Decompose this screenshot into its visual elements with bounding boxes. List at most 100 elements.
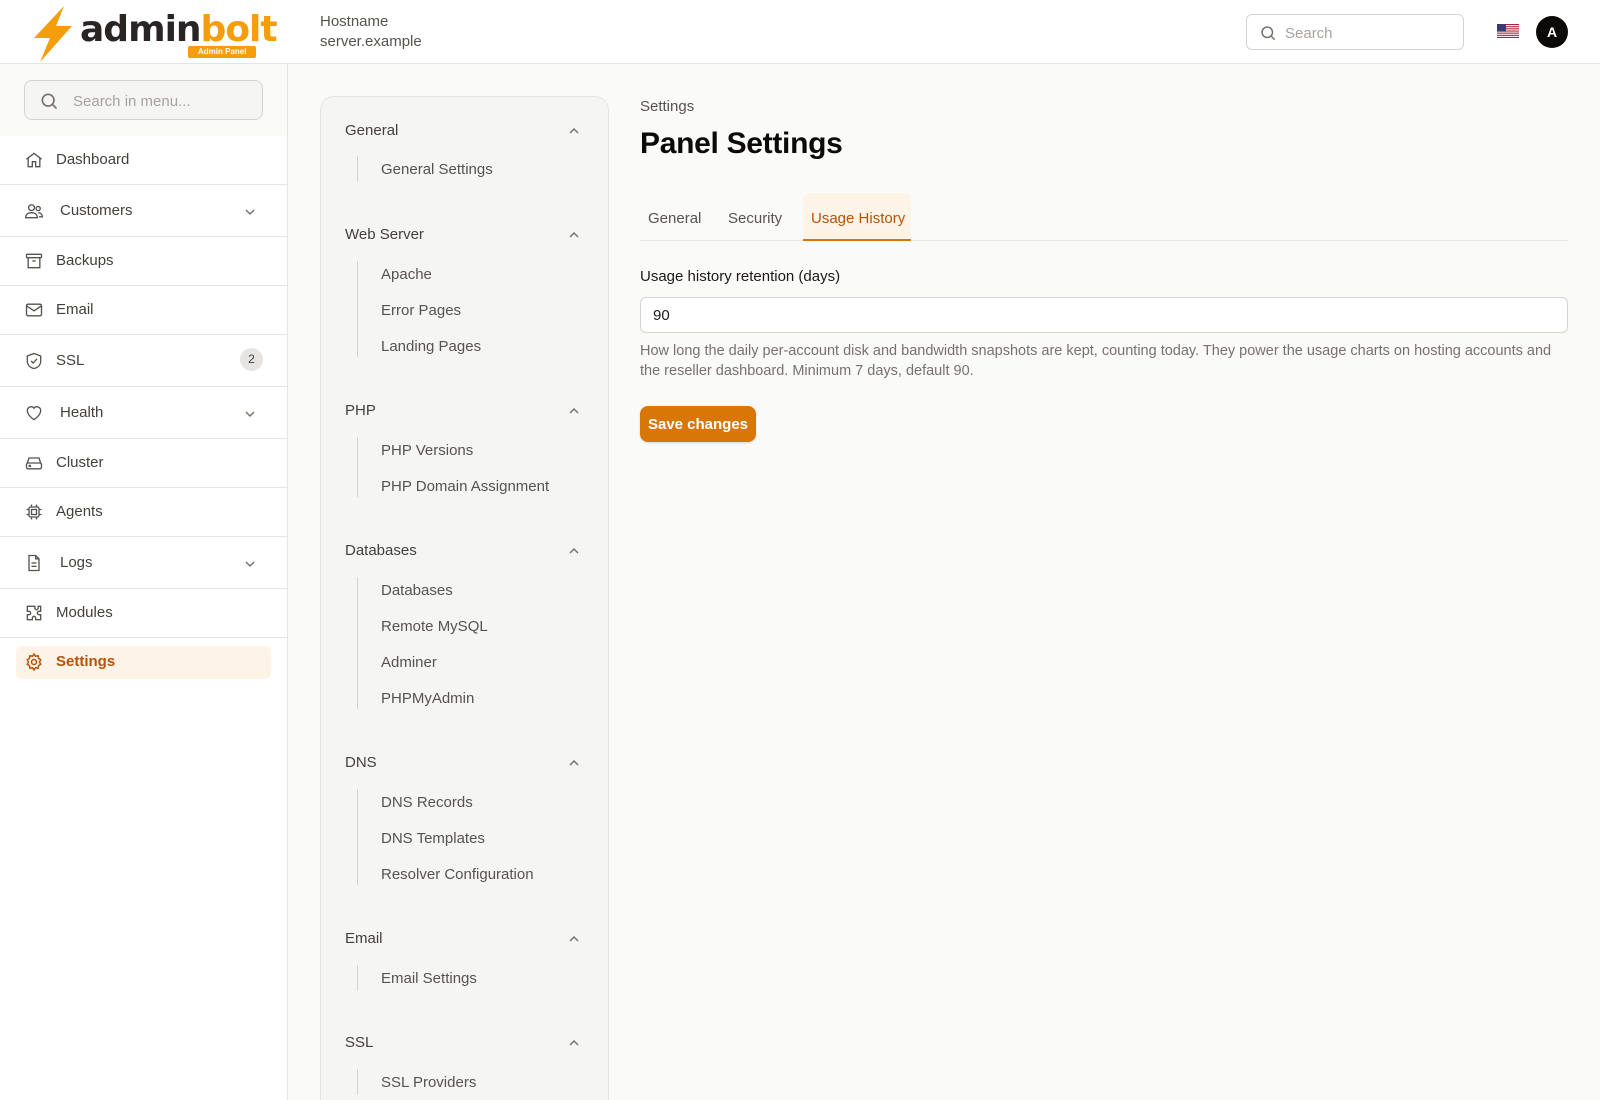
sidebar-item-modules[interactable]: Modules (0, 589, 287, 638)
retention-field-label: Usage history retention (days) (640, 268, 841, 285)
chevron-down-icon (245, 209, 255, 216)
sidebar-item-backups[interactable]: Backups (0, 237, 287, 286)
main-sidebar: Dashboard Customers Backups Email SSL 2 … (0, 64, 288, 1100)
sidebar-item-cluster[interactable]: Cluster (0, 439, 287, 488)
submenu-link-ssl-providers[interactable]: SSL Providers (381, 1073, 476, 1093)
group-ssl-toggle[interactable]: SSL (345, 1033, 373, 1053)
breadcrumb[interactable]: Settings (640, 97, 694, 117)
sidebar-item-settings[interactable]: Settings (0, 638, 287, 690)
submenu-link-email-settings[interactable]: Email Settings (381, 969, 477, 989)
search-icon (1261, 26, 1276, 41)
sidebar-item-label: SSL (56, 352, 85, 369)
submenu-link-dns-records[interactable]: DNS Records (381, 793, 473, 813)
group-dns-toggle[interactable]: DNS (345, 753, 377, 773)
submenu-link-adminer[interactable]: Adminer (381, 653, 437, 673)
submenu-link-resolver-configuration[interactable]: Resolver Configuration (381, 865, 534, 885)
settings-tabs: General Security Usage History (640, 193, 1568, 241)
group-divider-line (357, 156, 358, 182)
sidebar-item-health[interactable]: Health (0, 387, 287, 439)
sidebar-item-ssl[interactable]: SSL 2 (0, 335, 287, 387)
tab-usage-history[interactable]: Usage History (803, 193, 911, 241)
us-flag-icon[interactable] (1497, 24, 1519, 38)
group-divider-line (357, 437, 358, 497)
group-divider-line (357, 577, 358, 709)
sidebar-item-dashboard[interactable]: Dashboard (0, 136, 287, 185)
global-search[interactable] (1246, 14, 1464, 50)
sidebar-item-label: Cluster (56, 454, 104, 471)
group-divider-line (357, 1069, 358, 1095)
heart-icon (26, 406, 42, 421)
hostname-block: Hostname server.example (320, 12, 422, 52)
submenu-link-apache[interactable]: Apache (381, 265, 432, 285)
sidebar-item-label: Modules (56, 604, 113, 621)
group-web-server-toggle[interactable]: Web Server (345, 225, 424, 245)
hostname-label: Hostname (320, 13, 389, 30)
server-icon (25, 457, 43, 470)
sidebar-item-label: Customers (60, 202, 133, 219)
brand-badge: Admin Panel (188, 46, 257, 58)
tab-general[interactable]: General (648, 193, 701, 241)
search-icon (41, 93, 58, 110)
group-php-toggle[interactable]: PHP (345, 401, 376, 421)
group-email-toggle[interactable]: Email (345, 929, 383, 949)
group-divider-line (357, 789, 358, 885)
sidebar-item-email[interactable]: Email (0, 286, 287, 335)
submenu-link-remote-mysql[interactable]: Remote MySQL (381, 617, 488, 637)
submenu-link-landing-pages[interactable]: Landing Pages (381, 337, 481, 357)
sidebar-nav: Dashboard Customers Backups Email SSL 2 … (0, 136, 287, 690)
group-general-toggle[interactable]: General (345, 121, 398, 141)
chevron-up-icon[interactable] (568, 1037, 580, 1049)
sidebar-item-label: Agents (56, 503, 103, 520)
page-title: Panel Settings (640, 127, 843, 160)
retention-help-text: How long the daily per-account disk and … (640, 343, 1552, 379)
sidebar-item-label: Health (60, 404, 104, 421)
chevron-up-icon[interactable] (568, 933, 580, 945)
chevron-up-icon[interactable] (568, 757, 580, 769)
group-databases-toggle[interactable]: Databases (345, 541, 417, 561)
settings-submenu: General General Settings Web Server Apac… (320, 96, 609, 1100)
hostname-value: server.example (320, 33, 422, 50)
puzzle-icon (26, 605, 42, 621)
chevron-up-icon[interactable] (568, 405, 580, 417)
sidebar-item-logs[interactable]: Logs (0, 537, 287, 589)
settings-icon (26, 652, 42, 672)
adminbolt-logo[interactable]: adminbolt Admin Panel (28, 6, 278, 62)
global-search-input[interactable] (1285, 21, 1455, 45)
sidebar-item-label: Dashboard (56, 151, 130, 168)
sidebar-search-area (0, 64, 287, 136)
sidebar-item-agents[interactable]: Agents (0, 488, 287, 537)
save-changes-button[interactable]: Save changes (640, 406, 756, 442)
brand-wordmark: adminbolt (80, 9, 278, 50)
sidebar-item-customers[interactable]: Customers (0, 185, 287, 237)
file-icon (28, 554, 40, 572)
submenu-link-php-versions[interactable]: PHP Versions (381, 441, 473, 461)
home-icon (26, 152, 42, 168)
top-header: adminbolt Admin Panel Hostname server.ex… (0, 0, 1600, 64)
chevron-down-icon (245, 411, 255, 418)
cpu-icon (26, 504, 42, 520)
users-icon (24, 204, 44, 219)
mail-icon (25, 303, 43, 317)
menu-search[interactable] (24, 80, 263, 120)
retention-days-input[interactable] (640, 297, 1568, 333)
chevron-down-icon (245, 561, 255, 568)
archive-icon (25, 253, 43, 269)
chevron-up-icon[interactable] (568, 229, 580, 241)
chevron-up-icon[interactable] (568, 545, 580, 557)
submenu-link-error-pages[interactable]: Error Pages (381, 301, 461, 321)
submenu-link-dns-templates[interactable]: DNS Templates (381, 829, 485, 849)
group-divider-line (357, 261, 358, 357)
bolt-logo-icon (34, 6, 72, 62)
group-divider-line (357, 965, 358, 991)
menu-search-input[interactable] (73, 89, 253, 113)
chevron-up-icon[interactable] (568, 125, 580, 137)
submenu-link-databases[interactable]: Databases (381, 581, 453, 601)
user-avatar[interactable]: A (1536, 16, 1568, 48)
sidebar-item-label: Settings (56, 653, 116, 670)
ssl-count-badge: 2 (240, 348, 263, 371)
tab-security[interactable]: Security (728, 193, 782, 241)
sidebar-item-label: Logs (60, 554, 93, 571)
submenu-link-general-settings[interactable]: General Settings (381, 160, 493, 180)
submenu-link-phpmyadmin[interactable]: PHPMyAdmin (381, 689, 474, 709)
submenu-link-php-domain-assignment[interactable]: PHP Domain Assignment (381, 477, 549, 497)
